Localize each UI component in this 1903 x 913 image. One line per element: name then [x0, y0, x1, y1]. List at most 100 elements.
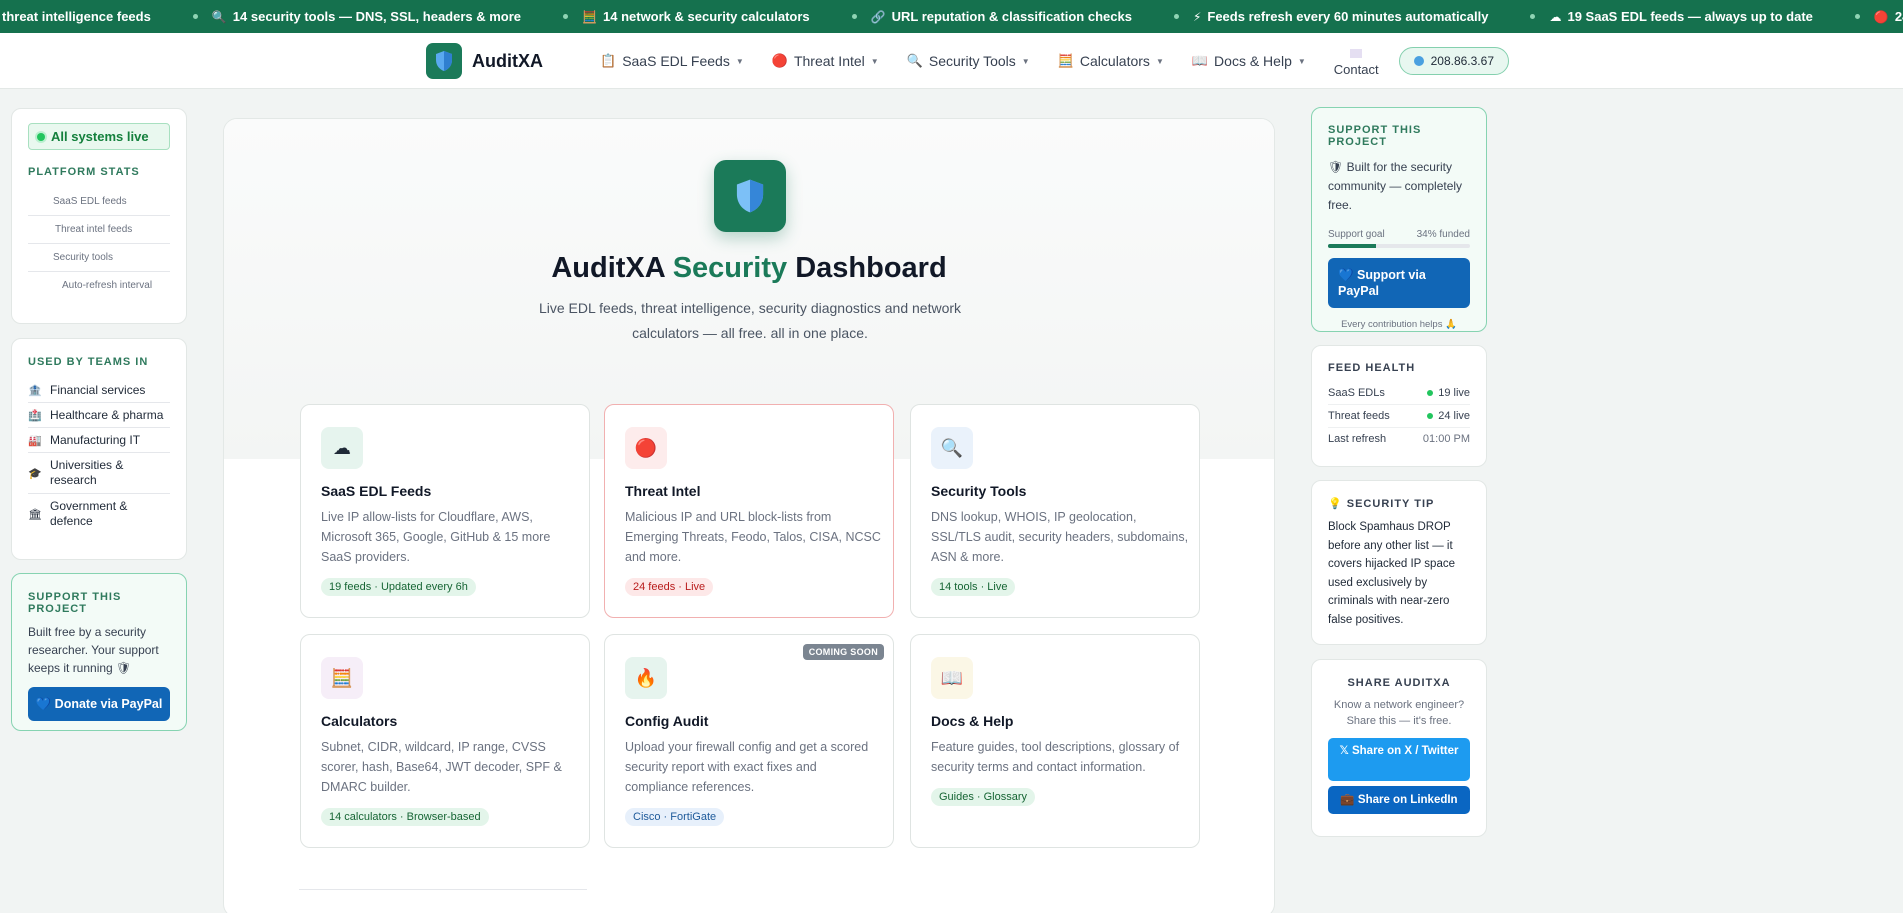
nav-label: SaaS EDL Feeds	[622, 53, 730, 69]
stat-saas-edl-feeds: SaaS EDL feeds	[28, 188, 170, 216]
card-badge: 14 tools · Live	[931, 578, 1016, 596]
main-dashboard: AuditXA Security Dashboard Live EDL feed…	[223, 118, 1275, 913]
top-navigation: AuditXA 📋 SaaS EDL Feeds ▼ 🔴 Threat Intel ▼ …	[0, 33, 1903, 89]
ticker-track: threat intelligence feeds 🔍 14 security to…	[2, 9, 1903, 24]
ticker-item: 🔴 24 live threat intelligence f	[1854, 9, 1903, 24]
hospital-icon: 🏥	[28, 409, 42, 422]
team-row: 🏦 Financial services	[28, 378, 170, 403]
ticker-item: threat intelligence feeds	[2, 9, 151, 24]
feed-health-label: Threat feeds	[1328, 410, 1390, 422]
ticker-text: 14 security tools — DNS, SSL, headers & …	[232, 9, 522, 24]
support-goal: Support goal 34% funded	[1328, 229, 1470, 240]
nav-label: Docs & Help	[1214, 53, 1292, 69]
card-threat-intel[interactable]: 🔴 Threat Intel Malicious IP and URL bloc…	[604, 404, 894, 618]
ticker-item: ⚡ Feeds refresh every 60 minutes automati…	[1173, 9, 1488, 24]
feed-health-label: Last refresh	[1328, 433, 1387, 445]
feed-health-row: Last refresh 01:00 PM	[1328, 428, 1470, 450]
announcement-ticker: threat intelligence feeds 🔍 14 security to…	[0, 0, 1903, 33]
caret-down-icon: ▼	[735, 56, 744, 66]
magnifier-icon: 🔍	[906, 53, 923, 68]
card-title: Threat Intel	[625, 483, 701, 499]
system-status-badge: All systems live	[28, 123, 170, 150]
team-row: 🏛 Government & defence	[28, 494, 170, 534]
feed-health-value: 19 live	[1438, 387, 1470, 399]
card-title: Docs & Help	[931, 713, 1014, 729]
red-circle-icon: 🔴	[625, 427, 667, 469]
card-saas-edl-feeds[interactable]: ☁ SaaS EDL Feeds Live IP allow-lists for…	[300, 404, 590, 618]
ticker-icon: 🔍	[211, 9, 227, 24]
card-security-tools[interactable]: 🔍 Security Tools DNS lookup, WHOIS, IP g…	[910, 404, 1200, 618]
card-description: Subnet, CIDR, wildcard, IP range, CVSS s…	[321, 740, 562, 794]
support-title: SUPPORT THIS PROJECT	[1328, 124, 1422, 148]
nav-contact[interactable]: Contact	[1334, 49, 1379, 77]
book-icon: 📖	[931, 657, 973, 699]
ip-address: 208.86.3.67	[1430, 54, 1494, 68]
contact-label: Contact	[1333, 62, 1379, 77]
card-config-audit[interactable]: COMING SOON 🔥 Config Audit Upload your f…	[604, 634, 894, 848]
share-linkedin-button[interactable]: 💼 Share on LinkedIn	[1328, 786, 1470, 814]
stats-title: PLATFORM STATS	[28, 166, 140, 178]
card-title: Config Audit	[625, 713, 709, 729]
fire-icon: 🔥	[625, 657, 667, 699]
card-title: Security Tools	[931, 483, 1027, 499]
team-label: Healthcare & pharma	[50, 408, 164, 422]
feed-health-row: SaaS EDLs 19 live	[1328, 382, 1470, 405]
nav-saas-edl-feeds[interactable]: 📋 SaaS EDL Feeds ▼	[600, 53, 744, 69]
card-title: Calculators	[321, 713, 398, 729]
brand[interactable]: AuditXA	[426, 43, 543, 79]
status-dot-icon	[1427, 390, 1434, 397]
team-row: 🏭 Manufacturing IT	[28, 428, 170, 453]
feed-health-label: SaaS EDLs	[1328, 387, 1385, 399]
magnifier-icon: 🔍	[931, 427, 973, 469]
feed-health-value: 24 live	[1438, 410, 1470, 422]
government-building-icon: 🏛	[28, 508, 42, 521]
ticker-item: ☁ 19 SaaS EDL feeds — always up to date	[1530, 9, 1813, 24]
abacus-icon: 🧮	[321, 657, 363, 699]
clipboard-icon: 📋	[600, 53, 617, 68]
nav-label: Threat Intel	[793, 53, 865, 69]
title-accent: Security	[672, 252, 788, 284]
goal-value: 34% funded	[1416, 229, 1470, 240]
card-docs-help[interactable]: 📖 Docs & Help Feature guides, tool descr…	[910, 634, 1200, 848]
brand-name: AuditXA	[472, 50, 543, 71]
card-badge: Guides · Glossary	[931, 788, 1036, 806]
nav-threat-intel[interactable]: 🔴 Threat Intel ▼	[772, 53, 879, 69]
section-divider	[299, 889, 587, 890]
caret-down-icon: ▼	[1297, 56, 1306, 66]
share-x-button[interactable]: 𝕏 Share on X / Twitter	[1328, 738, 1470, 781]
separator-dot-icon	[1530, 14, 1536, 19]
team-row: 🏥 Healthcare & pharma	[28, 403, 170, 428]
security-tip-panel: 💡 SECURITY TIP Block Spamhaus DROP befor…	[1311, 480, 1487, 645]
team-label: Manufacturing IT	[50, 433, 141, 447]
donate-paypal-button[interactable]: 💙 Donate via PayPal	[28, 687, 170, 721]
title-part: Dashboard	[787, 252, 947, 284]
graduation-cap-icon: 🎓	[28, 467, 42, 480]
factory-icon: 🏭	[28, 434, 42, 447]
security-tip-text: Block Spamhaus DROP before any other lis…	[1328, 521, 1455, 626]
coming-soon-badge: COMING SOON	[802, 644, 884, 660]
support-panel-right: SUPPORT THIS PROJECT 🛡 Built for the sec…	[1311, 107, 1487, 332]
card-description: Feature guides, tool descriptions, gloss…	[931, 740, 1180, 774]
ticker-icon: ⚡	[1192, 9, 1202, 24]
card-calculators[interactable]: 🧮 Calculators Subnet, CIDR, wildcard, IP…	[300, 634, 590, 848]
nav-calculators[interactable]: 🧮 Calculators ▼	[1058, 53, 1164, 69]
nav-security-tools[interactable]: 🔍 Security Tools ▼	[907, 53, 1030, 69]
goal-progress-bar	[1328, 244, 1470, 248]
feed-health-title: FEED HEALTH	[1328, 362, 1416, 374]
page-title: AuditXA Security Dashboard	[224, 252, 1274, 285]
ticker-icon: 🧮	[582, 9, 597, 24]
team-label: Government & defence	[50, 499, 128, 528]
bank-icon: 🏦	[28, 384, 42, 397]
support-paypal-button[interactable]: 💙 Support via PayPal	[1328, 258, 1470, 308]
shield-logo-icon	[426, 43, 462, 79]
caret-down-icon: ▼	[1021, 56, 1030, 66]
support-panel-left: SUPPORT THIS PROJECT Built free by a sec…	[11, 573, 187, 731]
card-badge: 19 feeds · Updated every 6h	[321, 578, 476, 596]
separator-dot-icon	[1854, 14, 1860, 19]
security-tip-title: 💡 SECURITY TIP	[1328, 498, 1435, 510]
abacus-icon: 🧮	[1057, 53, 1074, 68]
red-circle-icon: 🔴	[771, 53, 788, 68]
globe-icon	[1413, 56, 1424, 66]
ticker-text: URL reputation & classification checks	[891, 9, 1132, 24]
nav-docs-help[interactable]: 📖 Docs & Help ▼	[1192, 53, 1306, 69]
